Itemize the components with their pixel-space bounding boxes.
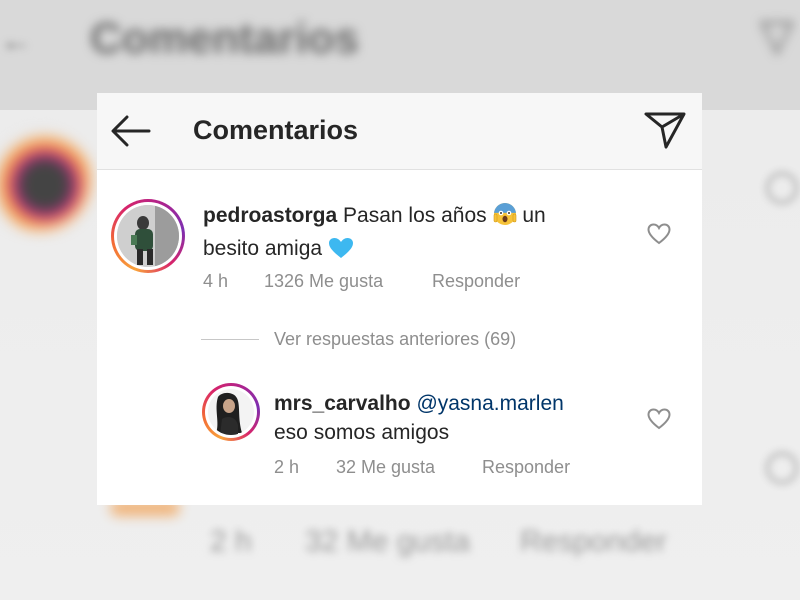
avatar[interactable] (111, 199, 185, 273)
heart-outline-icon (647, 408, 671, 430)
face-screaming-in-fear-emoji (493, 202, 517, 234)
background-time: 2 h (210, 525, 252, 558)
comment-text-continued: un (522, 204, 546, 227)
comment-username[interactable]: pedroastorga (203, 204, 337, 227)
reply-reply-button[interactable]: Responder (482, 457, 570, 478)
background-heart-icon (766, 172, 798, 204)
reply-likes[interactable]: 32 Me gusta (336, 457, 435, 478)
background-reply: Responder (520, 525, 667, 558)
reply-mention-link[interactable]: @yasna.marlen (416, 392, 563, 415)
like-button[interactable] (646, 222, 672, 246)
comment-body: pedroastorga Pasan los años un besito am… (203, 201, 623, 267)
comment-time: 4 h (203, 271, 229, 291)
header-bar: Comentarios (97, 93, 702, 170)
reply-avatar[interactable] (202, 383, 260, 441)
profile-photo (208, 389, 254, 435)
comments-panel: Comentarios pedroastorga Pasan los años (97, 93, 702, 505)
reply-time: 2 h (274, 457, 300, 477)
reply-meta: 2 h 32 Me gusta Responder (97, 457, 702, 481)
reply-button[interactable]: Responder (432, 271, 520, 292)
reply-body: mrs_carvalho @yasna.marlen eso somos ami… (274, 389, 634, 447)
background-avatar (0, 130, 90, 230)
reply-like-button[interactable] (646, 407, 672, 431)
background-heart-icon (766, 452, 798, 484)
arrow-left-icon (111, 115, 151, 147)
background-title: Comentarios (90, 14, 359, 63)
comment-meta: 4 h 1326 Me gusta Responder (97, 271, 702, 295)
blue-heart-emoji (328, 237, 354, 267)
background-likes: 32 Me gusta (305, 525, 471, 558)
background-back-icon: ← (0, 22, 32, 58)
background-send-icon: ▽ (760, 11, 794, 60)
comment-text: Pasan los años (343, 204, 487, 227)
heart-outline-icon (647, 223, 671, 245)
back-button[interactable] (109, 111, 153, 151)
comment-likes[interactable]: 1326 Me gusta (264, 271, 383, 292)
view-previous-replies-button[interactable]: Ver respuestas anteriores (69) (274, 329, 516, 350)
reply-username[interactable]: mrs_carvalho (274, 392, 411, 415)
paper-plane-icon (644, 112, 686, 149)
comment-text-line2: besito amiga (203, 237, 323, 260)
divider-line (201, 339, 259, 340)
reply-text: eso somos amigos (274, 421, 450, 444)
profile-photo (117, 205, 179, 267)
share-button[interactable] (642, 109, 688, 151)
page-title: Comentarios (193, 115, 359, 145)
